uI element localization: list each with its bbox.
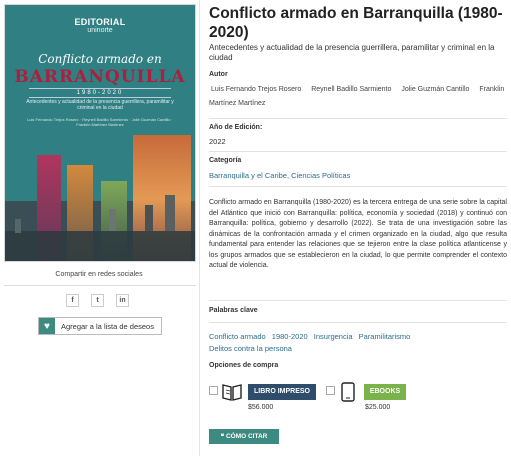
category-link[interactable]: Barranquilla y el Caribe, Ciencias Polít…: [209, 171, 350, 180]
share-title: Compartir en redes sociales: [55, 271, 143, 278]
wishlist-label: Agregar a la lista de deseos: [61, 321, 154, 331]
print-option-checkbox[interactable]: [209, 386, 218, 395]
keyword-link[interactable]: Conflicto armado: [209, 332, 266, 341]
twitter-share-icon[interactable]: t: [91, 294, 104, 307]
cover-publisher-sub: uninorte: [87, 27, 113, 34]
section-divider: [209, 151, 507, 152]
purchase-options-label: Opciones de compra: [209, 362, 279, 369]
heart-icon: ♥: [39, 318, 55, 334]
keyword-list: Conflicto armado 1980-2020 Insurgencia P…: [209, 331, 489, 355]
section-divider: [209, 322, 507, 323]
author-label: Autor: [209, 71, 228, 78]
book-description: Conflicto armado en Barranquilla (1980-2…: [209, 199, 507, 269]
category-label: Categoría: [209, 157, 242, 164]
facebook-share-icon[interactable]: f: [66, 294, 79, 307]
ebook-price: $25.000: [365, 404, 391, 411]
book-subtitle: Antecedentes y actualidad de la presenci…: [209, 43, 495, 62]
column-divider: [199, 0, 200, 456]
section-divider: [209, 300, 507, 301]
author-list: Luis Fernando Trejos Rosero Reynell Badi…: [209, 83, 507, 111]
ebook-button[interactable]: EBOOKS: [364, 384, 406, 400]
cover-title-line1: Conflicto armado en: [38, 52, 162, 66]
add-to-wishlist-button[interactable]: ♥ Agregar a la lista de deseos: [38, 317, 162, 335]
section-divider: [209, 186, 507, 187]
author-name: Reynell Badillo Sarmiento: [311, 86, 392, 93]
book-cover-image: EDITORIAL uninorte Conflicto armado en B…: [4, 4, 196, 262]
cover-authors: Luis Fernando Trejos Rosero · Reynell Ba…: [27, 117, 173, 127]
ebook-option-checkbox[interactable]: [326, 386, 335, 395]
book-title: Conflicto armado en Barranquilla (1980-2…: [209, 5, 503, 41]
section-divider: [209, 118, 507, 119]
keyword-link[interactable]: 1980-2020: [272, 332, 308, 341]
cover-subtitle: Antecedentes y actualidad de la presenci…: [26, 99, 174, 111]
tablet-icon: [341, 382, 355, 402]
linkedin-share-icon[interactable]: in: [116, 294, 129, 307]
edition-year: 2022: [209, 137, 226, 146]
book-icon: [222, 384, 242, 401]
keyword-link[interactable]: Paramilitarismo: [359, 332, 411, 341]
author-name: Jolie Guzmán Cantillo: [401, 86, 470, 93]
author-name: Luis Fernando Trejos Rosero: [211, 86, 302, 93]
cite-label: CÓMO CITAR: [225, 433, 268, 440]
cover-title-line2: BARRANQUILLA: [14, 67, 186, 87]
keywords-label: Palabras clave: [209, 307, 258, 314]
print-book-button[interactable]: LIBRO IMPRESO: [248, 384, 316, 400]
cover-years: 1980-2020: [29, 88, 171, 98]
edition-label: Año de Edición:: [209, 124, 263, 131]
keyword-link[interactable]: Insurgencia: [314, 332, 353, 341]
share-divider: [4, 285, 196, 286]
cover-publisher: EDITORIAL: [74, 17, 126, 27]
keyword-link[interactable]: Delitos contra la persona: [209, 344, 292, 353]
how-to-cite-button[interactable]: ❝ CÓMO CITAR: [209, 429, 279, 444]
cover-artwork: [5, 135, 195, 261]
print-price: $56.000: [248, 404, 274, 411]
